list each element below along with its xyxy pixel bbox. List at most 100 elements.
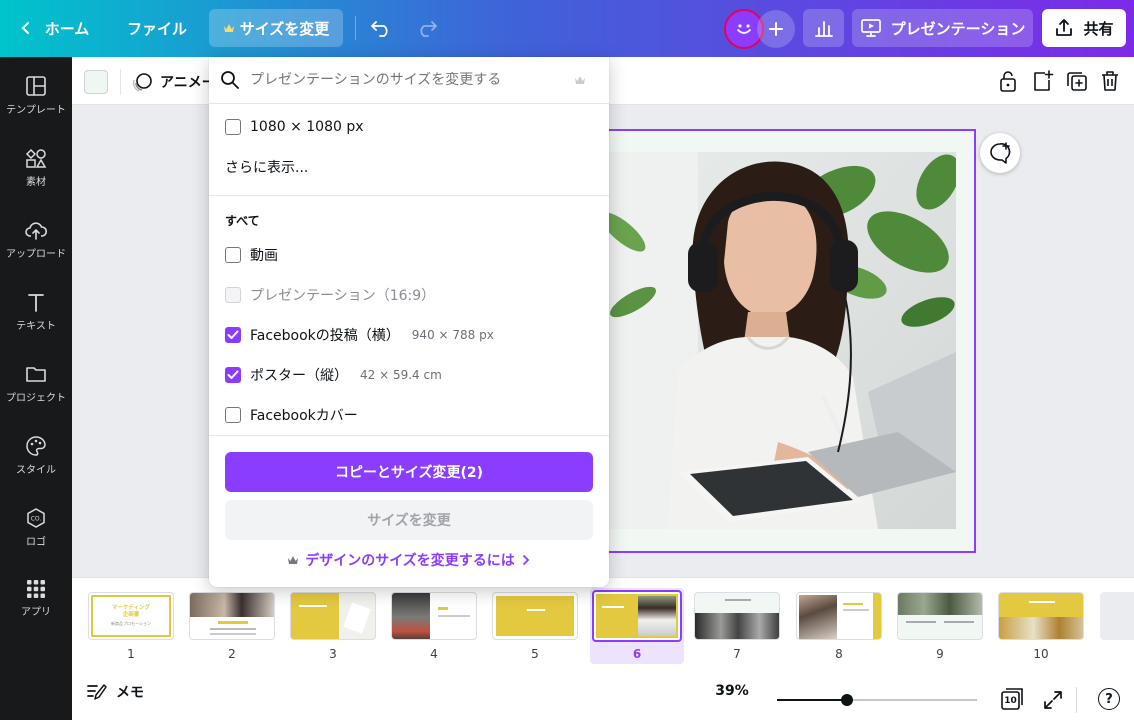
fullscreen-button[interactable] [1042, 689, 1064, 711]
divider [209, 103, 609, 104]
page-thumbnail[interactable] [290, 592, 376, 640]
section-label: すべて [225, 213, 260, 228]
redo-button[interactable] [410, 9, 444, 47]
add-page-thumbnail[interactable] [1100, 592, 1134, 640]
file-menu-button[interactable]: ファイル [118, 9, 196, 47]
notes-button[interactable]: メモ [86, 679, 144, 705]
smiley-icon [737, 24, 751, 34]
size-option-facebook-post[interactable]: Facebookの投稿（横） 940 × 788 px [225, 326, 494, 344]
delete-page-button[interactable] [1099, 69, 1123, 93]
home-button[interactable]: ホーム [12, 9, 96, 47]
size-option-poster[interactable]: ポスター（縦） 42 × 59.4 cm [225, 366, 442, 384]
resize-button[interactable]: サイズを変更 [209, 9, 343, 47]
crown-icon [288, 556, 299, 564]
logo-icon: CO. [27, 508, 45, 528]
page-thumbnail[interactable] [189, 592, 275, 640]
elements-icon [25, 148, 47, 168]
share-button[interactable]: 共有 [1042, 9, 1126, 47]
section-heading-all: すべて [225, 212, 260, 228]
resize-help-link[interactable]: デザインのサイズを変更するには [209, 549, 609, 571]
upload-icon [25, 222, 48, 240]
page-number: 7 [733, 647, 741, 661]
page-grid-button[interactable]: 10 [1000, 687, 1024, 711]
sidebar-item-label: アプリ [21, 607, 51, 618]
apps-icon [27, 580, 45, 598]
checkbox-checked[interactable] [225, 367, 241, 383]
sidebar-item-label: テンプレート [6, 105, 66, 116]
slide1-title: マーケティング 企画書 [111, 605, 151, 618]
checkbox[interactable] [225, 407, 241, 423]
lock-icon [1000, 71, 1016, 92]
page-number: 6 [632, 647, 642, 661]
expand-icon [1044, 691, 1062, 709]
zoom-slider-handle[interactable] [841, 694, 853, 706]
toolbar-divider [1076, 687, 1077, 713]
background-color-swatch[interactable] [84, 70, 108, 94]
page-thumbnail[interactable] [492, 592, 578, 640]
help-link-label: デザインのサイズを変更するには [305, 553, 515, 569]
sidebar-item-label: プロジェクト [6, 393, 66, 404]
zoom-value[interactable]: 39% [712, 682, 752, 700]
page-thumbnail[interactable] [897, 592, 983, 640]
size-option-presentation: プレゼンテーション（16:9） [225, 286, 435, 304]
resize-confirm-button[interactable]: サイズを変更 [225, 500, 593, 540]
page-number: 10 [1033, 647, 1049, 661]
resize-search-input[interactable] [250, 72, 570, 88]
copy-and-resize-button[interactable]: コピーとサイズ変更(2) [225, 452, 593, 492]
duplicate-page-button[interactable] [1065, 69, 1089, 93]
page-thumbnail[interactable]: マーケティング 企画書 新商品プロモーション [88, 592, 174, 640]
sidebar-item-label: ロゴ [26, 537, 46, 548]
canva-editor: ホーム ファイル サイズを変更 プレゼンテーション 共有 テンプレート 素材 ア… [0, 0, 1134, 720]
add-collaborator-button[interactable] [757, 10, 795, 48]
chevron-right-icon [522, 555, 530, 565]
sidebar-item-projects[interactable]: プロジェクト [0, 363, 72, 423]
present-button[interactable]: プレゼンテーション [852, 9, 1033, 47]
page-thumbnail[interactable] [694, 592, 780, 640]
notes-label: メモ [116, 685, 144, 701]
resize-dropdown: 1080 × 1080 px さらに表示... すべて 動画 プレゼンテーション… [209, 57, 609, 587]
size-option-custom[interactable]: 1080 × 1080 px [225, 118, 364, 136]
resize-search-field[interactable] [209, 57, 609, 103]
size-option-facebook-cover[interactable]: Facebookカバー [225, 406, 358, 424]
folder-icon [26, 367, 46, 382]
sidebar-item-logo[interactable]: CO. ロゴ [0, 507, 72, 567]
page-thumbnail-selected[interactable] [592, 590, 682, 642]
zoom-slider[interactable] [777, 694, 977, 706]
plus-icon [769, 22, 783, 36]
checkmark-icon [227, 330, 239, 339]
slide-photo[interactable] [608, 152, 956, 529]
sidebar-item-label: アップロード [6, 249, 66, 260]
size-option-dimensions: 42 × 59.4 cm [360, 368, 442, 382]
lock-button[interactable] [997, 69, 1021, 93]
divider [209, 435, 609, 436]
sidebar-item-apps[interactable]: アプリ [0, 579, 72, 639]
page-thumbnail[interactable] [998, 592, 1084, 640]
sidebar-item-text[interactable]: テキスト [0, 291, 72, 351]
add-page-button[interactable] [1031, 69, 1055, 93]
size-option-video[interactable]: 動画 [225, 246, 278, 264]
page-number: 2 [228, 647, 236, 661]
page-thumbnail[interactable] [796, 592, 882, 640]
show-more-link[interactable]: さらに表示... [225, 158, 308, 176]
page-number: 1 [127, 647, 135, 661]
help-button[interactable]: ? [1098, 688, 1120, 710]
sidebar-item-elements[interactable]: 素材 [0, 147, 72, 207]
sidebar-item-templates[interactable]: テンプレート [0, 75, 72, 135]
sidebar-item-uploads[interactable]: アップロード [0, 219, 72, 279]
resize-label: サイズを変更 [239, 19, 330, 38]
insights-button[interactable] [803, 9, 844, 47]
page-number: 8 [835, 647, 843, 661]
sidebar-item-styles[interactable]: スタイル [0, 435, 72, 495]
file-label: ファイル [126, 19, 187, 38]
add-comment-button[interactable] [980, 133, 1020, 173]
undo-button[interactable] [364, 9, 398, 47]
size-option-label: Facebookの投稿（横） [250, 328, 400, 344]
page-thumbnail[interactable] [391, 592, 477, 640]
present-icon [860, 19, 881, 37]
checkbox[interactable] [225, 119, 241, 135]
show-more-label: さらに表示... [225, 160, 309, 176]
checkbox-checked[interactable] [225, 327, 241, 343]
woman-with-headphones-photo [608, 152, 956, 529]
undo-icon [371, 21, 388, 37]
checkbox[interactable] [225, 247, 241, 263]
